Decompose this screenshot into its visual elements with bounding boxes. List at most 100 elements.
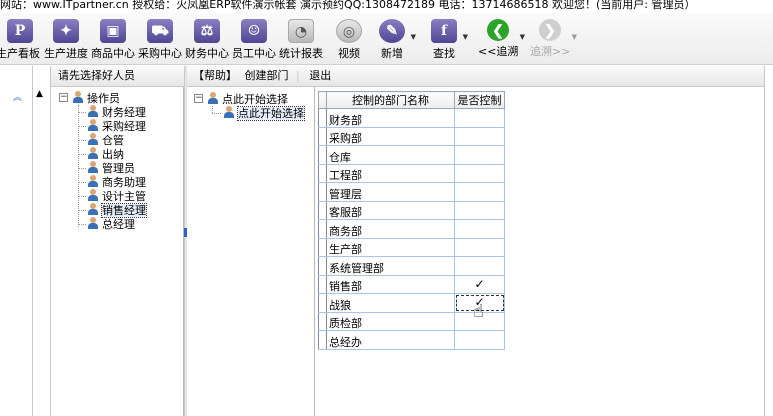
- staff-tree-item[interactable]: 出纳: [86, 147, 124, 161]
- toolbar-trace-back-button[interactable]: ❮ <<追溯 ▼: [478, 17, 525, 63]
- control-checkbox-cell[interactable]: [454, 127, 505, 146]
- control-checkbox-cell[interactable]: [454, 201, 505, 220]
- dept-name-cell[interactable]: 管理层: [326, 182, 455, 202]
- staff-tree-item[interactable]: 仓管: [86, 133, 124, 147]
- scroll-up-icon[interactable]: ▲: [36, 89, 43, 99]
- toolbar-finance-center-button[interactable]: ⚖ 财务中心: [184, 17, 230, 63]
- dept-tree-child[interactable]: 点此开始选择: [222, 106, 305, 121]
- tree-line: [78, 182, 86, 183]
- control-checkbox-cell[interactable]: [454, 182, 505, 202]
- staff-tree-root[interactable]: 操作员: [71, 91, 120, 105]
- row-header[interactable]: [318, 108, 327, 128]
- toolbar-find-button[interactable]: f 查找 ▼: [427, 17, 468, 63]
- dept-name-cell[interactable]: 战狼: [326, 293, 455, 313]
- create-dept-menu[interactable]: 创建部门: [245, 69, 289, 82]
- grid-row[interactable]: 采购部: [318, 127, 505, 146]
- control-checkbox-cell[interactable]: [454, 145, 505, 165]
- row-header[interactable]: [318, 275, 327, 294]
- dropdown-arrow-icon[interactable]: ▼: [463, 33, 468, 41]
- toolbar-new-button[interactable]: ✎ 新增 ▼: [375, 17, 416, 63]
- grid-row[interactable]: 管理层: [318, 182, 505, 202]
- exit-menu[interactable]: 退出: [309, 69, 331, 82]
- grid-row[interactable]: 工程部: [318, 164, 505, 183]
- toolbar-product-center-button[interactable]: ▣ 商品中心: [90, 17, 136, 63]
- row-header[interactable]: [318, 182, 327, 202]
- toolbar-production-progress-button[interactable]: ✦ 生产进度: [43, 17, 89, 63]
- dept-name-cell[interactable]: 销售部: [326, 275, 455, 294]
- control-checkbox-cell[interactable]: [454, 164, 505, 183]
- row-header[interactable]: [318, 201, 327, 220]
- staff-tree-root-label: 操作员: [87, 92, 120, 105]
- dept-name-cell[interactable]: 商务部: [326, 219, 455, 239]
- toolbar-video-button[interactable]: ◎ 视频: [333, 17, 365, 63]
- toolbar-trace-forward-button[interactable]: ❯ 追溯>> ▼: [530, 17, 577, 63]
- dept-name-cell[interactable]: 总经办: [326, 330, 455, 350]
- staff-tree-item[interactable]: 销售经理: [86, 203, 147, 218]
- toolbar-purchase-center-button[interactable]: ⛟ 采购中心: [137, 17, 183, 63]
- grid-row[interactable]: 总经办: [318, 330, 505, 350]
- staff-tree-item[interactable]: 采购经理: [86, 119, 146, 133]
- staff-tree-item-label: 销售经理: [101, 203, 147, 218]
- dept-name-cell[interactable]: 采购部: [326, 127, 455, 146]
- dropdown-arrow-icon[interactable]: ▼: [411, 33, 416, 41]
- control-checkbox-cell[interactable]: ✓: [454, 275, 505, 294]
- dept-name-cell[interactable]: 系统管理部: [326, 256, 455, 276]
- dept-name-cell[interactable]: 质检部: [326, 312, 455, 331]
- staff-tree-item[interactable]: 设计主管: [86, 189, 146, 203]
- grid-row[interactable]: 客服部: [318, 201, 505, 220]
- staff-tree-item[interactable]: 财务经理: [86, 105, 146, 119]
- grid-row[interactable]: 商务部: [318, 219, 505, 239]
- control-checkbox-cell[interactable]: [454, 238, 505, 257]
- dropdown-arrow-icon[interactable]: ▼: [572, 33, 577, 41]
- row-header[interactable]: [318, 312, 327, 331]
- collapse-icon[interactable]: −: [59, 93, 68, 102]
- tree-line: [78, 154, 86, 155]
- grid-row[interactable]: 系统管理部: [318, 256, 505, 276]
- dept-name-cell[interactable]: 财务部: [326, 108, 455, 128]
- toolbar-production-board-button[interactable]: P 生产看板: [0, 17, 40, 63]
- grid-row[interactable]: 仓库: [318, 145, 505, 165]
- user-icon: [86, 147, 100, 159]
- user-group-icon: [71, 91, 85, 103]
- row-header[interactable]: [318, 238, 327, 257]
- column-header-dept-name[interactable]: 控制的部门名称: [326, 91, 455, 109]
- grid-row[interactable]: 销售部 ✓: [318, 275, 505, 294]
- control-checkbox-cell[interactable]: [454, 219, 505, 239]
- toolbar-statistics-report-button[interactable]: ◔ 统计报表: [278, 17, 324, 63]
- help-menu[interactable]: 【帮助】: [193, 69, 237, 82]
- row-header[interactable]: [318, 330, 327, 350]
- grid-row[interactable]: 财务部: [318, 108, 505, 128]
- dept-tree-root[interactable]: 点此开始选择: [206, 92, 288, 106]
- grid-row[interactable]: 生产部: [318, 238, 505, 257]
- user-icon: [86, 133, 100, 145]
- dept-name-cell[interactable]: 客服部: [326, 201, 455, 220]
- column-header-controlled[interactable]: 是否控制: [454, 91, 505, 109]
- tree-line: [78, 196, 86, 197]
- staff-tree-item[interactable]: 商务助理: [86, 175, 146, 189]
- row-header[interactable]: [318, 293, 327, 313]
- row-header[interactable]: [318, 256, 327, 276]
- production-progress-icon: ✦: [53, 19, 79, 43]
- dept-name-cell[interactable]: 生产部: [326, 238, 455, 257]
- staff-tree-item[interactable]: 总经理: [86, 217, 135, 231]
- dept-name-cell[interactable]: 工程部: [326, 164, 455, 183]
- row-header[interactable]: [318, 164, 327, 183]
- row-header[interactable]: [318, 127, 327, 146]
- control-checkbox-cell[interactable]: [454, 256, 505, 276]
- collapse-up-icon[interactable]: ︽: [13, 90, 22, 103]
- product-center-icon: ▣: [100, 19, 126, 43]
- staff-tree-item[interactable]: 管理员: [86, 161, 135, 175]
- collapse-icon[interactable]: −: [194, 94, 203, 103]
- control-checkbox-cell[interactable]: [454, 330, 505, 350]
- row-header[interactable]: [318, 219, 327, 239]
- dropdown-arrow-icon[interactable]: ▼: [520, 33, 525, 41]
- row-header[interactable]: [318, 145, 327, 165]
- staff-tree-item-label: 财务经理: [102, 106, 146, 119]
- staff-tree-item-label: 仓管: [102, 134, 124, 147]
- hand-cursor-icon: ☝: [473, 301, 484, 322]
- control-checkbox-cell[interactable]: [454, 108, 505, 128]
- dept-name-cell[interactable]: 仓库: [326, 145, 455, 165]
- tree-line: [78, 168, 86, 169]
- staff-tree: − 操作员 财务经理 采购经理 仓管 出纳 管理员 商务助理 设计主管 销售经理 总经理: [59, 91, 179, 241]
- toolbar-staff-center-button[interactable]: ☺ 员工中心: [231, 17, 277, 63]
